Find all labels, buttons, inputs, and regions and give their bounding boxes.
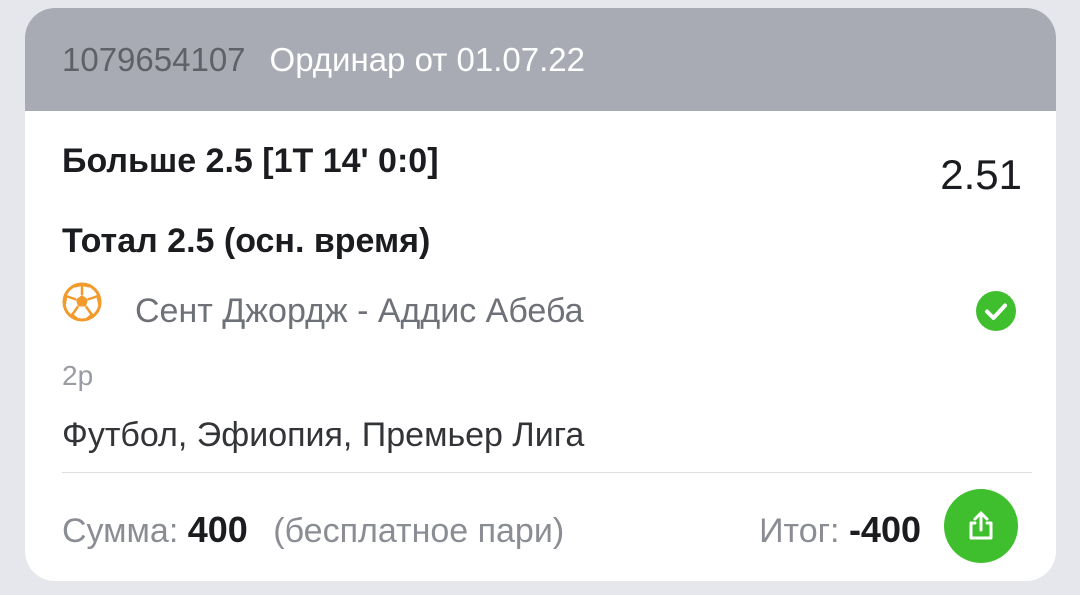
total-label: Итог:	[759, 512, 840, 550]
bet-id: 1079654107	[62, 40, 246, 78]
total-value: -400	[848, 509, 921, 550]
sum-label: Сумма:	[62, 512, 179, 550]
bet-card: 1079654107 Ординар от 01.07.22 Больше 2.…	[25, 8, 1056, 581]
bet-type-date: Ординар от 01.07.22	[269, 40, 585, 78]
share-button[interactable]	[944, 489, 1018, 563]
sum-value: 400	[187, 509, 248, 550]
bet-card-header: 1079654107 Ординар от 01.07.22	[25, 8, 1056, 111]
football-icon	[62, 282, 102, 322]
sum-note: (бесплатное пари)	[273, 512, 565, 550]
divider	[62, 472, 1032, 473]
match-period: 2р	[62, 360, 94, 391]
bet-total: Итог: -400	[759, 509, 921, 551]
bet-selection: Больше 2.5 [1Т 14' 0:0]	[62, 142, 439, 180]
bet-odds: 2.51	[940, 151, 1022, 198]
bet-sum: Сумма: 400 (бесплатное пари)	[62, 509, 564, 551]
match-name: Сент Джордж - Аддис Абеба	[135, 292, 584, 330]
check-circle-icon	[976, 291, 1016, 331]
league-info: Футбол, Эфиопия, Премьер Лига	[62, 416, 585, 454]
bet-market: Тотал 2.5 (осн. время)	[62, 222, 431, 260]
share-icon	[969, 511, 993, 540]
